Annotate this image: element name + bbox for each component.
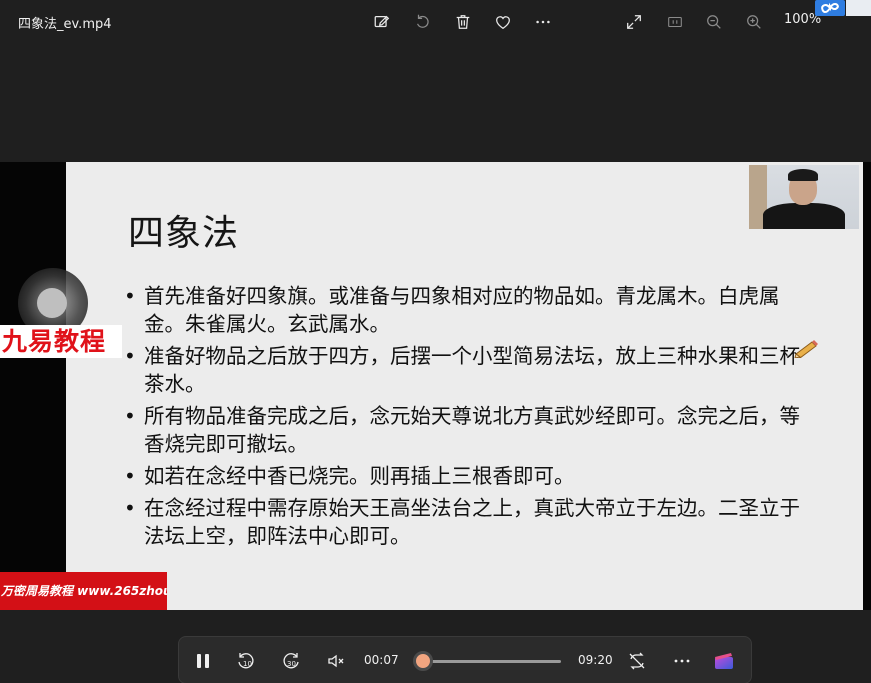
skip-forward-button[interactable]: 30 — [279, 649, 303, 673]
skip-back-button[interactable]: 10 — [234, 649, 258, 673]
pencil-icon — [794, 340, 818, 358]
zoom-out-icon[interactable] — [701, 9, 727, 35]
slide-title: 四象法 — [128, 213, 240, 254]
slide-bullet: 所有物品准备完成之后，念元始天尊说北方真武妙经即可。念完之后，等香烧完即可撤坛。 — [122, 402, 812, 458]
rotate-icon[interactable] — [410, 9, 436, 35]
seek-bar[interactable] — [421, 660, 561, 663]
edit-image-icon[interactable] — [369, 9, 395, 35]
zoom-in-icon[interactable] — [741, 9, 767, 35]
favorite-icon[interactable] — [490, 9, 516, 35]
file-title: 四象法_ev.mp4 — [18, 17, 112, 32]
watermark-label: 九易教程 — [0, 325, 122, 358]
skip-forward-seconds: 30 — [287, 660, 296, 668]
slide-bullet-list: 首先准备好四象旗。或准备与四象相对应的物品如。青龙属木。白虎属金。朱雀属火。玄武… — [122, 282, 812, 554]
slide-bullet: 如若在念经中香已烧完。则再插上三根香即可。 — [122, 462, 812, 490]
slide-bullet: 首先准备好四象旗。或准备与四象相对应的物品如。青龙属木。白虎属金。朱雀属火。玄武… — [122, 282, 812, 338]
title-bar: 四象法_ev.mp4 100% — [0, 0, 871, 44]
more-icon[interactable] — [530, 9, 556, 35]
fullscreen-icon[interactable] — [621, 9, 647, 35]
player-controls: 10 30 00:07 09:20 — [178, 636, 752, 683]
more-options-icon[interactable] — [670, 649, 694, 673]
webcam-overlay — [749, 165, 859, 229]
video-editor-icon[interactable] — [712, 649, 736, 673]
slide-bullet: 在念经过程中需存原始天王高坐法台之上，真武大帝立于左边。二圣立于法坛上空，即阵法… — [122, 494, 812, 550]
presentation-slide: 四象法 首先准备好四象旗。或准备与四象相对应的物品如。青龙属木。白虎属金。朱雀属… — [66, 162, 863, 610]
loading-dot — [37, 288, 67, 318]
infinity-icon[interactable] — [815, 0, 845, 16]
actual-size-icon[interactable] — [662, 9, 688, 35]
repeat-off-button[interactable] — [625, 649, 649, 673]
total-time: 09:20 — [578, 653, 613, 667]
side-tab — [846, 0, 871, 16]
current-time: 00:07 — [364, 653, 399, 667]
seek-thumb[interactable] — [412, 651, 433, 671]
skip-back-seconds: 10 — [243, 660, 252, 668]
slide-bullet: 准备好物品之后放于四方，后摆一个小型简易法坛，放上三种水果和三杯茶水。 — [122, 342, 812, 398]
video-frame[interactable]: 四象法 首先准备好四象旗。或准备与四象相对应的物品如。青龙属木。白虎属金。朱雀属… — [0, 162, 871, 610]
mute-button[interactable] — [324, 649, 348, 673]
pause-button[interactable] — [191, 649, 215, 673]
watermark-banner: 万密周易教程 www.265zhouyiw.com — [0, 572, 167, 610]
delete-icon[interactable] — [450, 9, 476, 35]
